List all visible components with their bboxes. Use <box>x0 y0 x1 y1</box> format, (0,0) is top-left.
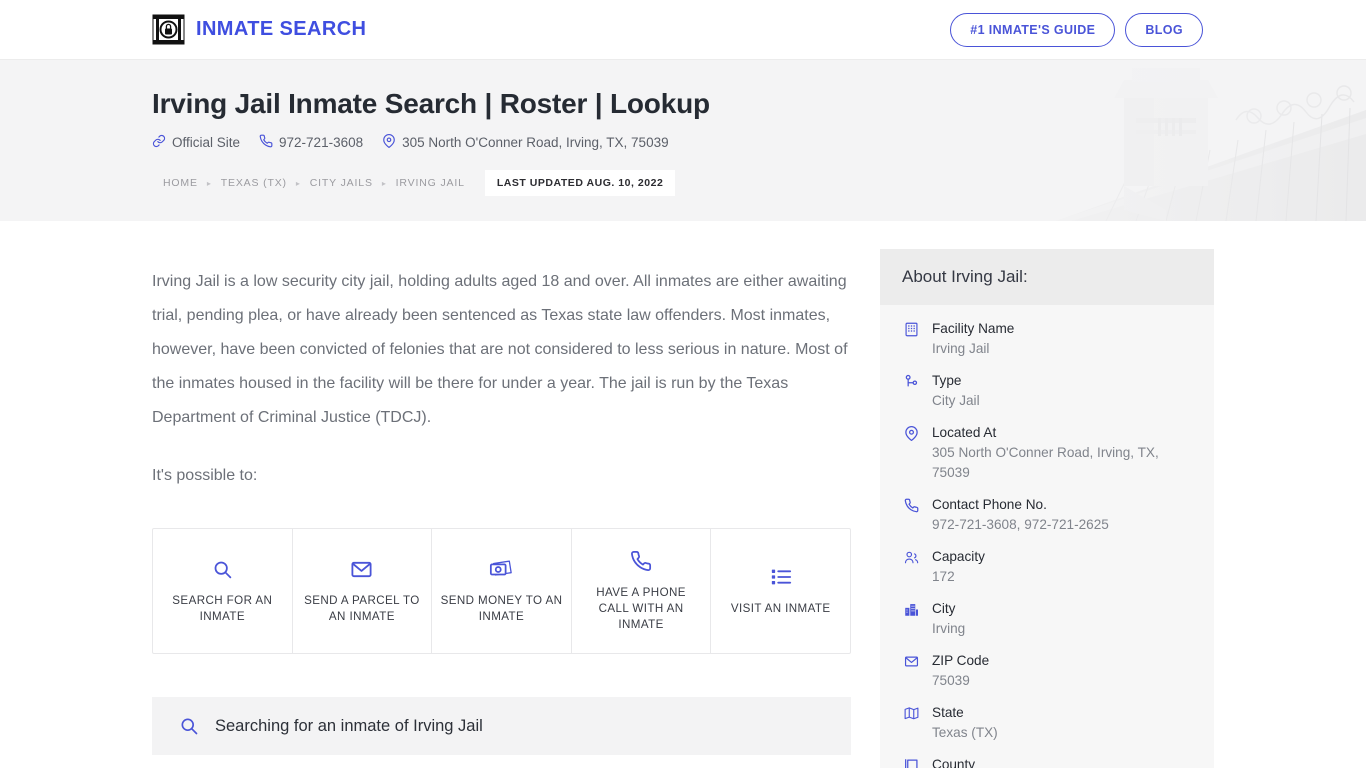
search-banner-label: Searching for an inmate of Irving Jail <box>215 716 483 735</box>
link-icon <box>152 134 166 151</box>
fact-value: 305 North O'Conner Road, Irving, TX, 750… <box>932 445 1159 480</box>
breadcrumb-item-home[interactable]: HOME <box>152 172 207 194</box>
fact-label: County <box>932 757 976 768</box>
blog-button[interactable]: BLOG <box>1125 12 1203 47</box>
fact-city: City Irving <box>902 599 1192 639</box>
breadcrumb-item-texas[interactable]: TEXAS (TX) <box>212 172 296 194</box>
jail-lock-icon <box>152 14 185 45</box>
fact-county: County <box>902 755 1192 768</box>
fact-label: City <box>932 601 956 616</box>
search-icon <box>179 716 199 736</box>
hero-meta: Official Site 972-721-3608 305 North O'C… <box>152 134 1366 151</box>
search-inmate-banner[interactable]: Searching for an inmate of Irving Jail <box>152 697 851 755</box>
about-facts: Facility Name Irving Jail Type City Jail <box>880 305 1214 768</box>
official-site-link[interactable]: Official Site <box>152 134 240 151</box>
money-icon <box>489 557 513 581</box>
card-send-a-parcel[interactable]: SEND A PARCEL TO AN INMATE <box>293 529 433 653</box>
main-column: Irving Jail is a low security city jail,… <box>152 221 851 768</box>
phone-icon <box>902 495 920 535</box>
fact-value: 75039 <box>932 673 970 688</box>
breadcrumb: HOME ▸ TEXAS (TX) ▸ CITY JAILS ▸ IRVING … <box>152 170 1366 196</box>
breadcrumb-item-city-jails[interactable]: CITY JAILS <box>301 172 382 194</box>
card-label: SEND A PARCEL TO AN INMATE <box>304 594 420 623</box>
intro-paragraph: Irving Jail is a low security city jail,… <box>152 273 848 426</box>
city-icon <box>902 599 920 639</box>
hero-address: 305 North O'Conner Road, Irving, TX, 750… <box>382 134 669 151</box>
fact-facility-name: Facility Name Irving Jail <box>902 319 1192 359</box>
fact-label: Facility Name <box>932 321 1015 336</box>
card-label: VISIT AN INMATE <box>730 602 831 615</box>
possible-to-heading: It's possible to: <box>152 467 258 484</box>
envelope-icon <box>902 651 920 691</box>
phone-icon <box>630 549 652 573</box>
fact-label: Contact Phone No. <box>932 497 1047 512</box>
brand-logo[interactable]: INMATE SEARCH <box>152 14 366 45</box>
fact-zip-code: ZIP Code 75039 <box>902 651 1192 691</box>
fact-value: Texas (TX) <box>932 725 998 740</box>
about-panel-title: About Irving Jail: <box>880 249 1214 305</box>
fact-label: Located At <box>932 425 997 440</box>
fact-state: State Texas (TX) <box>902 703 1192 743</box>
fact-value: Irving Jail <box>932 341 990 356</box>
brand-name: INMATE SEARCH <box>196 18 367 40</box>
fact-label: ZIP Code <box>932 653 990 668</box>
official-site-label: Official Site <box>172 135 241 150</box>
envelope-icon <box>350 557 373 581</box>
people-icon <box>902 547 920 587</box>
header-actions: #1 INMATE'S GUIDE BLOG <box>950 12 1203 47</box>
inmates-guide-button[interactable]: #1 INMATE'S GUIDE <box>950 12 1116 47</box>
card-label: SEARCH FOR AN INMATE <box>172 594 273 623</box>
card-phone-call[interactable]: HAVE A PHONE CALL WITH AN INMATE <box>572 529 712 653</box>
card-label: SEND MONEY TO AN INMATE <box>440 594 563 623</box>
fact-label: State <box>932 705 964 720</box>
sidebar-column: About Irving Jail: Facility Name Irving … <box>880 221 1214 768</box>
fact-label: Capacity <box>932 549 985 564</box>
list-icon <box>770 565 792 589</box>
hero-section: Irving Jail Inmate Search | Roster | Loo… <box>0 60 1366 221</box>
about-panel: About Irving Jail: Facility Name Irving … <box>880 249 1214 768</box>
fact-type: Type City Jail <box>902 371 1192 411</box>
fact-label: Type <box>932 373 962 388</box>
type-node-icon <box>902 371 920 411</box>
site-header: INMATE SEARCH #1 INMATE'S GUIDE BLOG <box>0 0 1366 60</box>
fact-capacity: Capacity 172 <box>902 547 1192 587</box>
hero-address-label: 305 North O'Conner Road, Irving, TX, 750… <box>402 135 669 150</box>
last-updated-badge: LAST UPDATED AUG. 10, 2022 <box>484 170 676 196</box>
fact-contact-phone: Contact Phone No. 972-721-3608, 972-721-… <box>902 495 1192 535</box>
phone-icon <box>259 134 273 151</box>
hero-phone[interactable]: 972-721-3608 <box>259 134 363 151</box>
breadcrumb-item-irving-jail[interactable]: IRVING JAIL <box>387 172 474 194</box>
fact-value: 172 <box>932 569 955 584</box>
search-icon <box>212 557 233 581</box>
card-visit-an-inmate[interactable]: VISIT AN INMATE <box>711 529 850 653</box>
map-pin-icon <box>382 134 396 151</box>
fact-value: City Jail <box>932 393 980 408</box>
action-cards: SEARCH FOR AN INMATE SEND A PARCEL TO AN… <box>152 528 851 654</box>
card-send-money[interactable]: SEND MONEY TO AN INMATE <box>432 529 572 653</box>
fact-value: 972-721-3608, 972-721-2625 <box>932 517 1109 532</box>
page-title: Irving Jail Inmate Search | Roster | Loo… <box>152 88 710 119</box>
county-icon <box>902 755 920 768</box>
card-search-for-an-inmate[interactable]: SEARCH FOR AN INMATE <box>153 529 293 653</box>
hero-phone-label: 972-721-3608 <box>279 135 364 150</box>
map-pin-icon <box>902 423 920 483</box>
fact-located-at: Located At 305 North O'Conner Road, Irvi… <box>902 423 1192 483</box>
building-icon <box>902 319 920 359</box>
map-icon <box>902 703 920 743</box>
page-content: Irving Jail is a low security city jail,… <box>0 221 1366 768</box>
card-label: HAVE A PHONE CALL WITH AN INMATE <box>596 586 686 631</box>
fact-value: Irving <box>932 621 966 636</box>
